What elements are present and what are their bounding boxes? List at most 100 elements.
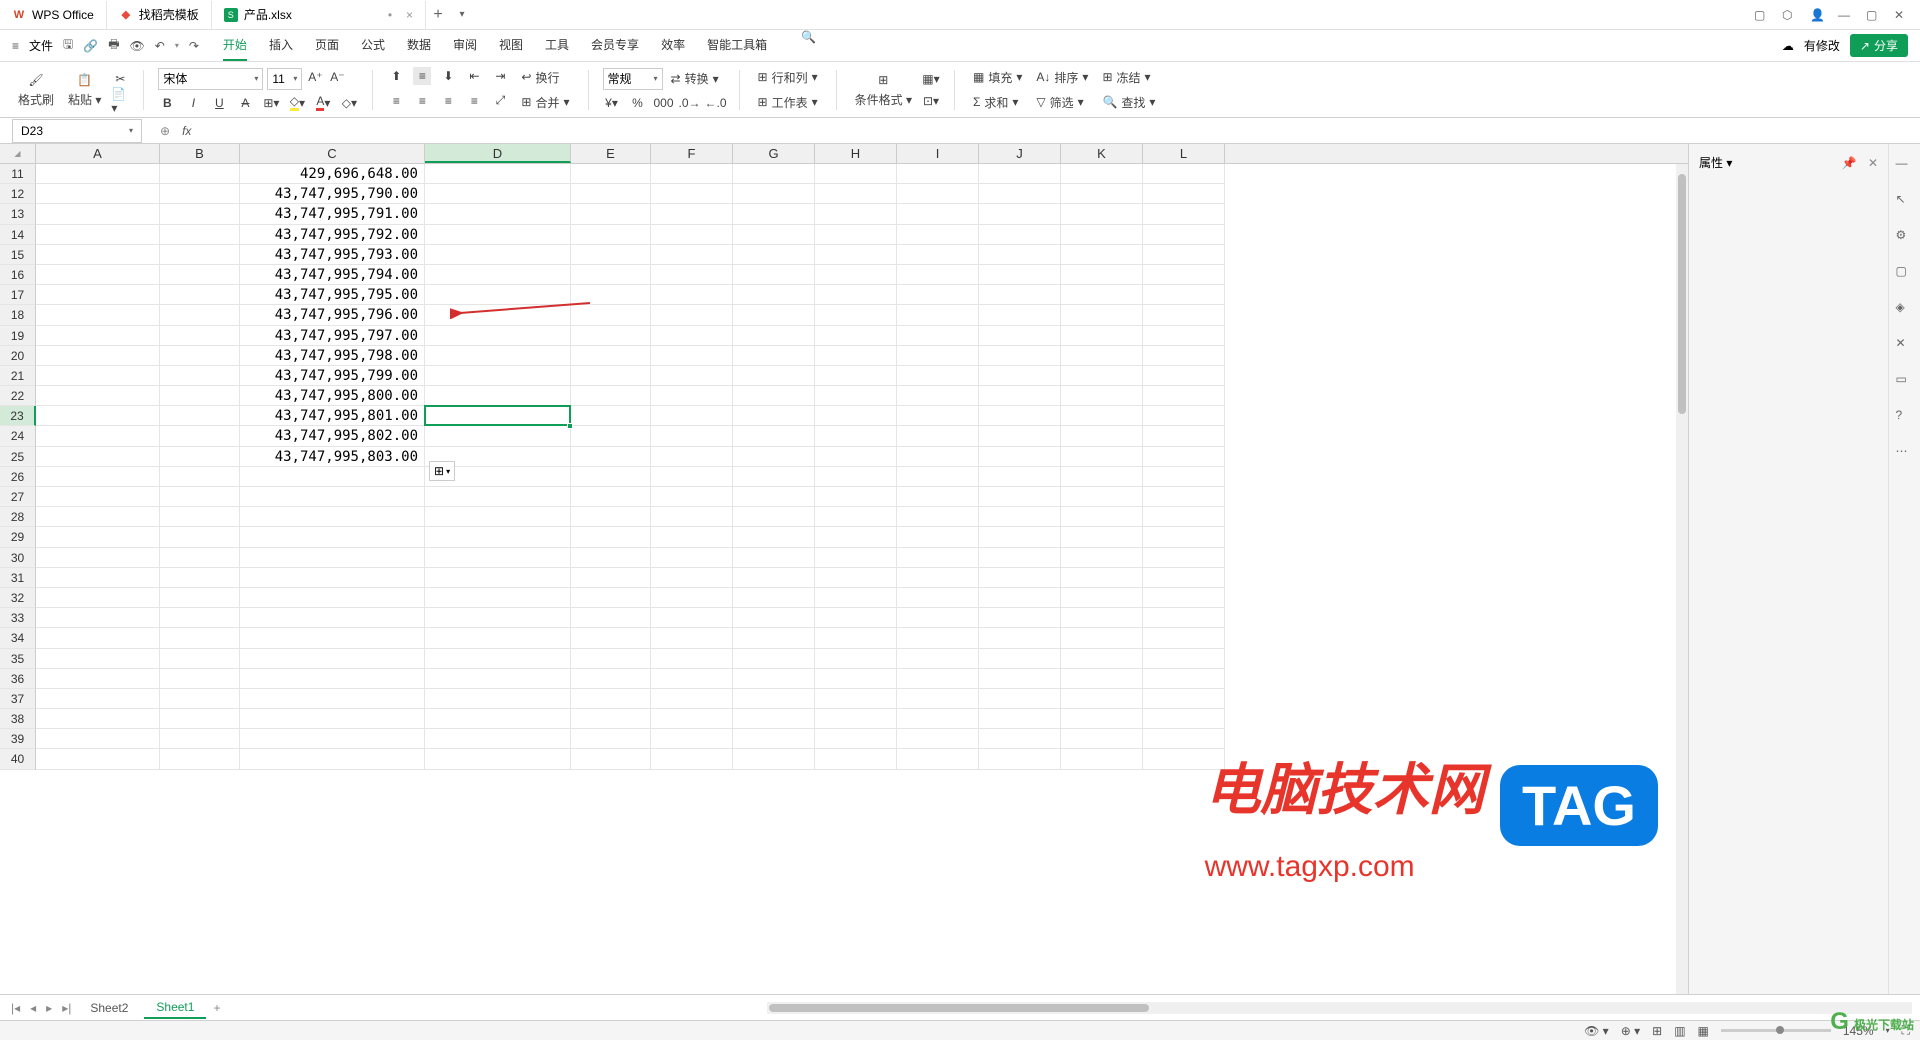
cell[interactable] — [815, 487, 897, 507]
tab-file-active[interactable]: S 产品.xlsx • × — [212, 1, 426, 29]
cell[interactable] — [897, 346, 979, 366]
cell[interactable] — [1143, 447, 1225, 467]
cell[interactable] — [651, 204, 733, 224]
cell[interactable] — [979, 164, 1061, 184]
cell[interactable] — [160, 729, 240, 749]
print-icon[interactable]: 🖶 — [108, 35, 119, 56]
cell[interactable] — [425, 608, 571, 628]
col-header-H[interactable]: H — [815, 144, 897, 163]
cell[interactable] — [979, 689, 1061, 709]
row-header[interactable]: 34 — [0, 628, 36, 648]
row-header[interactable]: 16 — [0, 265, 36, 285]
cell[interactable] — [571, 729, 651, 749]
cell[interactable] — [897, 487, 979, 507]
cell[interactable] — [897, 366, 979, 386]
cell[interactable] — [733, 447, 815, 467]
percent-icon[interactable]: % — [629, 94, 647, 112]
cell[interactable] — [897, 326, 979, 346]
horizontal-scrollbar[interactable] — [767, 1002, 1912, 1014]
cell[interactable] — [1143, 507, 1225, 527]
menu-tab-insert[interactable]: 插入 — [269, 30, 293, 61]
cell[interactable] — [160, 366, 240, 386]
cell[interactable] — [1143, 527, 1225, 547]
cell[interactable] — [733, 487, 815, 507]
cell[interactable] — [160, 507, 240, 527]
cell[interactable] — [733, 467, 815, 487]
cell[interactable] — [571, 628, 651, 648]
cell[interactable] — [733, 608, 815, 628]
cell[interactable] — [979, 608, 1061, 628]
bold-button[interactable]: B — [158, 94, 176, 112]
cell[interactable] — [897, 588, 979, 608]
cell[interactable] — [240, 527, 425, 547]
cell[interactable] — [36, 608, 160, 628]
cell[interactable] — [897, 669, 979, 689]
cell[interactable] — [36, 669, 160, 689]
cell[interactable] — [1143, 245, 1225, 265]
cell[interactable] — [815, 749, 897, 769]
cell[interactable] — [651, 225, 733, 245]
cell[interactable] — [651, 164, 733, 184]
menu-tab-start[interactable]: 开始 — [223, 30, 247, 61]
cell[interactable] — [160, 305, 240, 325]
cell[interactable] — [897, 548, 979, 568]
undo-icon[interactable]: ↶ — [155, 39, 165, 53]
cell[interactable] — [36, 649, 160, 669]
cell[interactable] — [897, 406, 979, 426]
cell[interactable] — [425, 749, 571, 769]
cell[interactable] — [815, 305, 897, 325]
fill-button[interactable]: ▦ 填充 ▾ — [969, 67, 1026, 88]
cell[interactable]: 43,747,995,803.00 — [240, 447, 425, 467]
sheet-first-icon[interactable]: |◂ — [8, 1001, 23, 1015]
cell[interactable] — [160, 386, 240, 406]
cell[interactable] — [1061, 426, 1143, 446]
cell[interactable] — [1061, 527, 1143, 547]
cell[interactable] — [425, 406, 571, 426]
cell[interactable] — [815, 527, 897, 547]
cell[interactable] — [979, 669, 1061, 689]
cell[interactable] — [815, 184, 897, 204]
cell[interactable] — [1061, 729, 1143, 749]
row-header[interactable]: 27 — [0, 487, 36, 507]
sheet-next-icon[interactable]: ▸ — [43, 1001, 55, 1015]
panel-icon[interactable]: ▢ — [1754, 8, 1768, 22]
cell[interactable] — [425, 527, 571, 547]
cell[interactable] — [36, 426, 160, 446]
autofill-options-button[interactable]: ⊞▾ — [429, 461, 455, 481]
cell[interactable] — [425, 225, 571, 245]
cell[interactable] — [571, 527, 651, 547]
sheet-tab-sheet2[interactable]: Sheet2 — [78, 998, 140, 1018]
copy-icon[interactable]: 📄▾ — [111, 92, 129, 110]
cond-format-button[interactable]: ⊞ 条件格式 ▾ — [851, 69, 916, 110]
cloud-sync-icon[interactable]: ☁ — [1782, 39, 1794, 53]
cell[interactable] — [979, 426, 1061, 446]
cell[interactable] — [1061, 285, 1143, 305]
col-header-I[interactable]: I — [897, 144, 979, 163]
cell[interactable] — [571, 326, 651, 346]
cell[interactable] — [1143, 326, 1225, 346]
cell[interactable] — [160, 749, 240, 769]
cell[interactable] — [1061, 164, 1143, 184]
cell[interactable] — [571, 305, 651, 325]
settings-icon[interactable]: ⚙ — [1896, 228, 1914, 246]
wrap-button[interactable]: ↩ 换行 — [517, 67, 563, 88]
cell[interactable] — [979, 568, 1061, 588]
cell[interactable]: 43,747,995,794.00 — [240, 265, 425, 285]
cell[interactable] — [815, 366, 897, 386]
cell[interactable] — [1061, 689, 1143, 709]
fill-handle[interactable] — [567, 423, 573, 429]
cell[interactable] — [1061, 245, 1143, 265]
cell[interactable] — [1143, 709, 1225, 729]
cell[interactable] — [733, 669, 815, 689]
cell[interactable] — [897, 305, 979, 325]
cell[interactable] — [36, 305, 160, 325]
col-header-C[interactable]: C — [240, 144, 425, 163]
cell[interactable] — [733, 729, 815, 749]
cell[interactable] — [1061, 225, 1143, 245]
cell[interactable] — [979, 447, 1061, 467]
cell[interactable] — [815, 225, 897, 245]
cell[interactable] — [425, 669, 571, 689]
cell[interactable] — [425, 649, 571, 669]
cell[interactable] — [979, 346, 1061, 366]
cell[interactable] — [815, 265, 897, 285]
